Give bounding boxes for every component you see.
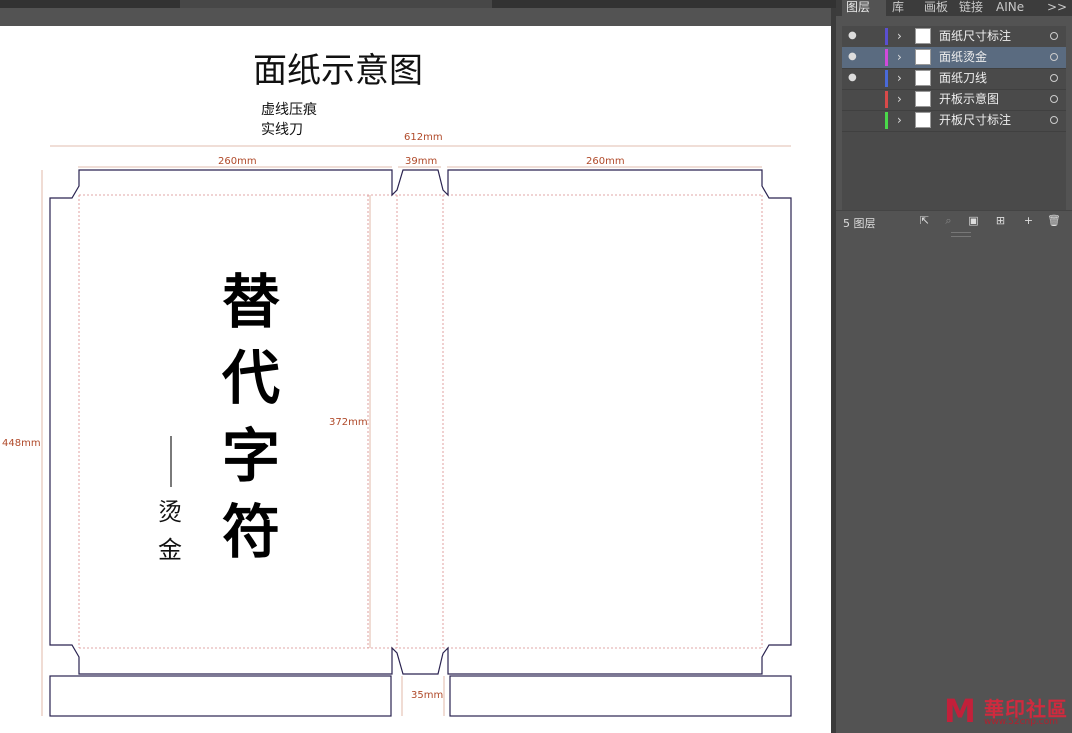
eye-icon[interactable]: ● — [848, 73, 860, 83]
foil-char-1: 烫 — [158, 498, 182, 526]
layers-list: ● › 面纸尺寸标注 ● › 面纸烫金 ● › 面纸刀线 › 开板示意图 › 开… — [842, 26, 1066, 210]
chevron-right-icon[interactable]: › — [897, 91, 902, 107]
layer-name[interactable]: 面纸尺寸标注 — [939, 29, 1011, 43]
target-circle-icon[interactable] — [1050, 32, 1058, 40]
dim-bottom-gap: 35mm — [411, 690, 443, 701]
crease-lines — [78, 194, 763, 649]
layer-thumbnail — [915, 112, 931, 128]
layer-row[interactable]: ● › 面纸尺寸标注 — [842, 26, 1066, 48]
cover-char-2: 代 — [221, 344, 280, 412]
panel-tab-bar: 图层 库 画板 链接 AINe >> — [836, 0, 1072, 18]
dim-panel-right: 260mm — [586, 156, 625, 167]
layer-color-bar — [885, 70, 888, 87]
layer-thumbnail — [915, 28, 931, 44]
cover-char-4: 符 — [222, 498, 280, 566]
tab-overflow[interactable]: >> — [1045, 0, 1069, 18]
layer-name[interactable]: 开板尺寸标注 — [939, 113, 1011, 127]
canvas-gap — [0, 8, 831, 26]
layer-thumbnail — [915, 49, 931, 65]
tab-links[interactable]: 链接 — [957, 0, 985, 18]
top-toolbar-strip — [0, 0, 836, 8]
target-circle-icon[interactable] — [1050, 116, 1058, 124]
layer-name[interactable]: 面纸刀线 — [939, 71, 987, 85]
layer-count: 5 图层 — [843, 217, 876, 230]
diagram-title: 面纸示意图 — [253, 51, 423, 91]
chevron-right-icon[interactable]: › — [897, 28, 902, 44]
watermark: M 華印社區 www.52cnp.com — [944, 693, 1072, 733]
layer-color-bar — [885, 49, 888, 66]
layers-panel: 图层 库 画板 链接 AINe >> ● › 面纸尺寸标注 ● › 面纸烫金 ●… — [836, 0, 1072, 238]
panel-resize-grip[interactable] — [951, 232, 971, 237]
artboard[interactable]: 面纸示意图 虚线压痕 实线刀 612mm 260mm 39mm 260mm 44… — [0, 26, 831, 733]
layer-thumbnail — [915, 91, 931, 107]
tab-libraries[interactable]: 库 — [890, 0, 906, 18]
layer-thumbnail — [915, 70, 931, 86]
clipping-mask-icon[interactable]: ▣ — [967, 214, 980, 227]
layer-name[interactable]: 开板示意图 — [939, 92, 999, 106]
dim-panel-left: 260mm — [218, 156, 257, 167]
layer-row[interactable]: › 开板示意图 — [842, 89, 1066, 111]
die-line-diagram: 面纸示意图 虚线压痕 实线刀 612mm 260mm 39mm 260mm 44… — [2, 51, 792, 717]
new-sublayer-icon[interactable]: ⊞ — [994, 214, 1007, 227]
watermark-logo-icon: M — [944, 692, 976, 730]
layer-color-bar — [885, 91, 888, 108]
layers-footer: 5 图层 ⇱ ⌕ ▣ ⊞ + 🗑 — [836, 210, 1072, 233]
document-tab[interactable] — [180, 0, 492, 8]
trash-icon[interactable]: 🗑 — [1047, 214, 1061, 227]
eye-icon[interactable]: ● — [848, 52, 860, 62]
target-circle-icon[interactable] — [1050, 95, 1058, 103]
dim-height-inner: 372mm — [329, 417, 368, 428]
locate-object-icon[interactable]: ⌕ — [942, 214, 955, 227]
chevron-right-icon[interactable]: › — [897, 70, 902, 86]
legend-dashed: 虚线压痕 — [261, 102, 317, 118]
tab-layers[interactable]: 图层 — [842, 0, 886, 18]
layer-row-selected[interactable]: ● › 面纸烫金 — [842, 47, 1066, 69]
chevron-right-icon[interactable]: › — [897, 112, 902, 128]
layer-row[interactable]: ● › 面纸刀线 — [842, 68, 1066, 90]
cover-char-1: 替 — [222, 268, 280, 336]
tab-artboards[interactable]: 画板 — [922, 0, 950, 18]
legend-solid: 实线刀 — [261, 122, 303, 138]
tab-aine[interactable]: AINe — [994, 0, 1026, 18]
cut-lines — [49, 169, 792, 717]
dim-spine: 39mm — [405, 156, 437, 167]
cover-char-3: 字 — [222, 422, 280, 490]
dim-total-width: 612mm — [404, 132, 443, 143]
export-icon[interactable]: ⇱ — [918, 214, 931, 227]
target-circle-icon[interactable] — [1050, 53, 1058, 61]
layer-color-bar — [885, 112, 888, 129]
chevron-right-icon[interactable]: › — [897, 49, 902, 65]
layer-row[interactable]: › 开板尺寸标注 — [842, 110, 1066, 132]
dim-height-outer: 448mm — [2, 438, 41, 449]
layer-color-bar — [885, 28, 888, 45]
target-circle-icon[interactable] — [1050, 74, 1058, 82]
eye-icon[interactable]: ● — [848, 31, 860, 41]
new-layer-icon[interactable]: + — [1022, 214, 1035, 227]
layer-name[interactable]: 面纸烫金 — [939, 50, 987, 64]
foil-char-2: 金 — [158, 536, 182, 564]
watermark-url: www.52cnp.com — [984, 717, 1059, 727]
